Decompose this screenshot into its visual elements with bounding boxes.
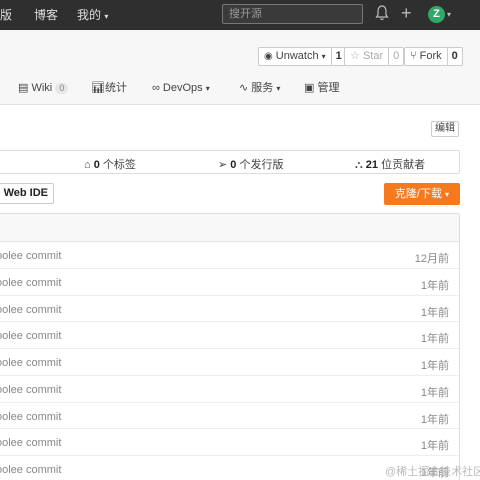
top-navbar: 版 博客 我的 ▾ 搜开源 + Z ▾ — [0, 0, 480, 30]
commit-time: 1年前 — [420, 306, 449, 319]
settings-doc-icon: ▣ — [304, 82, 315, 94]
bell-icon[interactable] — [375, 5, 389, 26]
fork-button[interactable]: ⑂ Fork 0 — [404, 47, 463, 66]
commit-time: 12月前 — [414, 253, 449, 265]
tab-manage-label: 管理 — [317, 82, 340, 94]
commit-message[interactable]: oolee commit — [0, 250, 61, 262]
commit-time: 1年前 — [420, 440, 449, 453]
caret-down-icon: ▾ — [321, 52, 326, 61]
book-icon: ▤ — [18, 82, 29, 94]
tab-wiki-label: Wiki — [31, 82, 53, 94]
tab-devops-label: DevOps — [162, 82, 203, 94]
star-label: Star — [362, 50, 384, 62]
commit-list-header — [0, 214, 459, 242]
caret-down-icon: ▾ — [205, 84, 210, 93]
repo-tabs: ▤ Wiki 0 📊︎统计 ∞ DevOps ▾ ∿ 服务 ▾ ▣ 管理 — [0, 80, 480, 100]
infinity-icon: ∞ — [152, 82, 160, 94]
repo-stats-bar: ⌂ 0 个标签 ➢ 0 个发行版 ⛬ 21 位贡献者 — [0, 150, 460, 174]
commit-list: oolee commit 12月前 oolee commit 1年前 oolee com… — [0, 213, 460, 480]
avatar[interactable]: Z — [428, 6, 445, 23]
releases-count: 0 — [230, 159, 237, 171]
bar-chart-icon: 📊︎ — [91, 82, 105, 94]
watch-button[interactable]: ◉ Unwatch ▾ 1 — [258, 47, 347, 66]
tag-icon: ⌂ — [84, 159, 91, 171]
tab-wiki[interactable]: ▤ Wiki 0 — [18, 80, 69, 96]
repo-header: ◉ Unwatch ▾ 1 ☆ Star 0 ⑂ Fork 0 ▤ Wiki 0… — [0, 30, 480, 105]
caret-down-icon: ▾ — [104, 12, 109, 21]
edit-button[interactable]: 编辑 — [431, 121, 459, 137]
commit-message[interactable]: oolee commit — [0, 464, 61, 476]
fork-icon: ⑂ — [410, 50, 417, 62]
commit-message[interactable]: oolee commit — [0, 384, 61, 396]
star-icon: ☆ — [350, 50, 360, 62]
tags-label: 个标签 — [102, 159, 136, 171]
tab-services[interactable]: ∿ 服务 ▾ — [239, 80, 280, 97]
plus-icon[interactable]: + — [401, 3, 412, 23]
star-button[interactable]: ☆ Star 0 — [344, 47, 405, 66]
releases-label: 个发行版 — [239, 159, 284, 171]
list-item[interactable]: oolee commit 1年前 — [0, 269, 459, 296]
commit-time: 1年前 — [420, 279, 449, 292]
commit-message[interactable]: oolee commit — [0, 330, 61, 342]
tab-devops[interactable]: ∞ DevOps ▾ — [152, 80, 210, 97]
star-count[interactable]: 0 — [388, 48, 403, 65]
caret-down-icon: ▾ — [445, 190, 450, 199]
fork-label: Fork — [419, 50, 442, 62]
clone-label: 克隆/下载 — [394, 188, 442, 200]
nav-item-partial[interactable]: 版 — [0, 0, 12, 30]
caret-down-icon: ▾ — [276, 84, 281, 93]
pulse-icon: ∿ — [239, 82, 249, 94]
commit-time: 1年前 — [420, 333, 449, 346]
list-item[interactable]: oolee commit 1年前 — [0, 429, 459, 456]
commit-message[interactable]: oolee commit — [0, 277, 61, 289]
contributors-count: 21 — [365, 159, 379, 171]
commit-message[interactable]: oolee commit — [0, 304, 61, 316]
list-item[interactable]: oolee commit 1年前 — [0, 296, 459, 323]
search-input[interactable]: 搜开源 — [222, 4, 363, 24]
contributors-label: 位贡献者 — [381, 159, 426, 171]
stat-tags[interactable]: ⌂ 0 个标签 — [84, 156, 136, 172]
nav-item-blog[interactable]: 博客 — [34, 0, 58, 30]
list-item[interactable]: oolee commit 1年前 — [0, 349, 459, 376]
fork-count[interactable]: 0 — [446, 48, 462, 65]
watermark: @稀土掘金技术社区 — [385, 466, 480, 478]
watch-label: Unwatch — [275, 50, 319, 62]
wiki-count-badge: 0 — [55, 83, 69, 94]
list-item[interactable]: oolee commit 12月前 — [0, 242, 459, 269]
commit-time: 1年前 — [420, 386, 449, 399]
avatar-caret-icon[interactable]: ▾ — [447, 5, 451, 25]
tab-services-label: 服务 — [251, 82, 274, 94]
list-item[interactable]: oolee commit 1年前 — [0, 322, 459, 349]
commit-time: 1年前 — [420, 360, 449, 372]
commit-message[interactable]: oolee commit — [0, 357, 61, 369]
tab-manage[interactable]: ▣ 管理 — [304, 80, 339, 96]
commit-message[interactable]: oolee commit — [0, 437, 61, 449]
tags-count: 0 — [93, 159, 100, 171]
stat-releases[interactable]: ➢ 0 个发行版 — [218, 156, 283, 172]
web-ide-button[interactable]: Web IDE — [0, 183, 54, 204]
eye-icon: ◉ — [264, 51, 273, 62]
contributors-icon: ⛬ — [355, 159, 363, 171]
tab-stats[interactable]: 📊︎统计 — [91, 80, 127, 96]
nav-item-mine[interactable]: 我的 ▾ — [77, 0, 108, 30]
tab-stats-label: 统计 — [104, 82, 127, 94]
commit-time: 1年前 — [420, 413, 449, 426]
nav-item-mine-label: 我的 — [77, 8, 102, 22]
list-item[interactable]: oolee commit 1年前 — [0, 376, 459, 403]
clone-download-button[interactable]: 克隆/下载 ▾ — [384, 183, 460, 205]
commit-message[interactable]: oolee commit — [0, 411, 61, 423]
list-item[interactable]: oolee commit 1年前 — [0, 403, 459, 430]
stat-contributors[interactable]: ⛬ 21 位贡献者 — [355, 156, 425, 172]
paper-plane-icon: ➢ — [218, 159, 228, 171]
